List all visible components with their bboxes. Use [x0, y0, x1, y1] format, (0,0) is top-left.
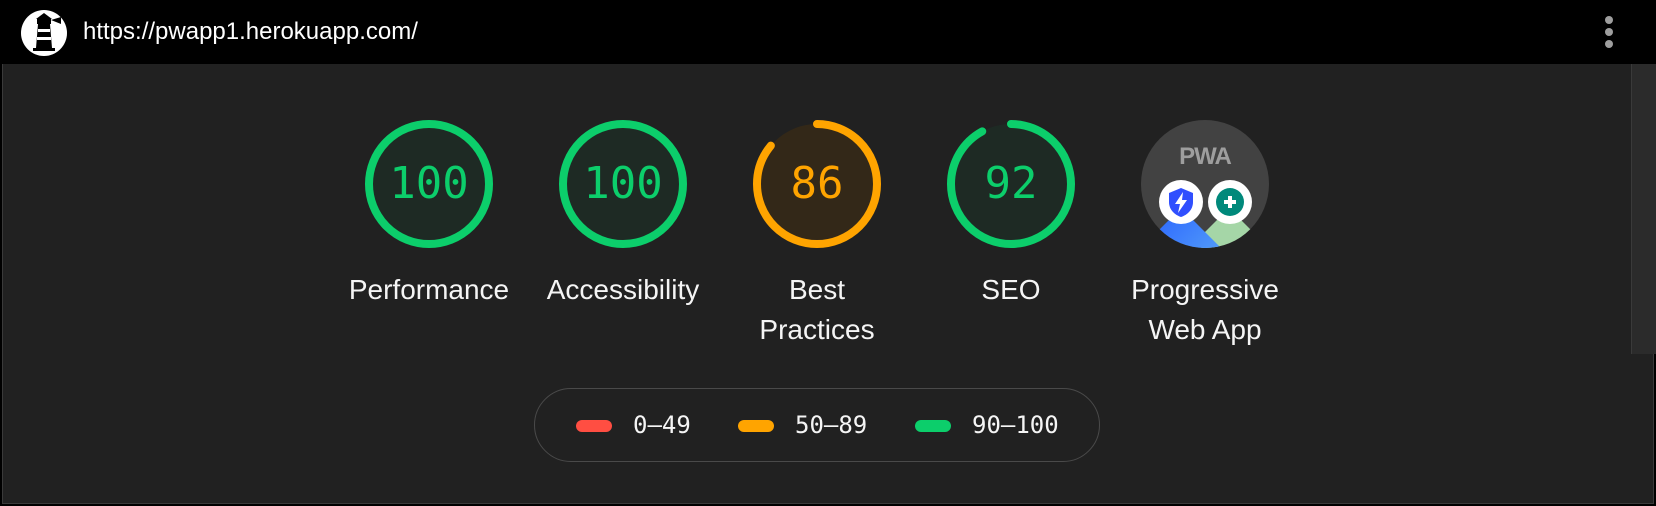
gauge-label-performance: Performance — [348, 274, 510, 305]
gauge-performance[interactable]: 100 — [365, 120, 493, 248]
plus-icon — [1208, 180, 1252, 224]
page-url: https://pwapp1.herokuapp.com/ — [83, 18, 418, 45]
gauge-accessibility[interactable]: 100 — [559, 120, 687, 248]
scrollbar[interactable] — [1631, 64, 1656, 354]
gauge-label-pwa: Progressive Web App — [1105, 270, 1305, 350]
legend-swatch-fail — [576, 420, 612, 432]
lighthouse-icon — [21, 10, 67, 56]
gauge-label-line: Web App — [1148, 314, 1262, 345]
gauge-pwa[interactable]: PWA — [1141, 120, 1269, 248]
top-bar: https://pwapp1.herokuapp.com/ — [0, 0, 1656, 64]
legend-label-average: 50–89 — [795, 411, 868, 439]
gauge-score: 100 — [583, 158, 663, 209]
more-vertical-icon[interactable] — [1594, 14, 1624, 50]
gauge-label-seo: SEO — [981, 274, 1041, 305]
gauge-seo[interactable]: 92 — [947, 120, 1075, 248]
lightning-shield-icon — [1159, 180, 1203, 224]
gauge-best-practices[interactable]: 86 — [753, 120, 881, 248]
legend-swatch-pass — [915, 420, 951, 432]
gauge-score: 92 — [984, 158, 1038, 209]
gauge-score: 86 — [790, 158, 844, 209]
legend-swatch-average — [738, 420, 774, 432]
score-legend: 0–49 50–89 90–100 — [534, 388, 1100, 462]
lighthouse-report-window: https://pwapp1.herokuapp.com/ 100 Perfor… — [0, 0, 1656, 506]
gauge-label-best-practices: Best Practices — [717, 270, 917, 350]
gauge-label-line: Best — [788, 274, 846, 305]
gauge-label-line: Progressive — [1131, 274, 1279, 305]
gauge-score: 100 — [389, 158, 469, 209]
gauge-label-accessibility: Accessibility — [546, 274, 700, 305]
pwa-badge-text: PWA — [1179, 143, 1231, 170]
legend-label-pass: 90–100 — [972, 411, 1059, 439]
gauge-label-line: Practices — [759, 314, 875, 345]
legend-label-fail: 0–49 — [633, 411, 691, 439]
